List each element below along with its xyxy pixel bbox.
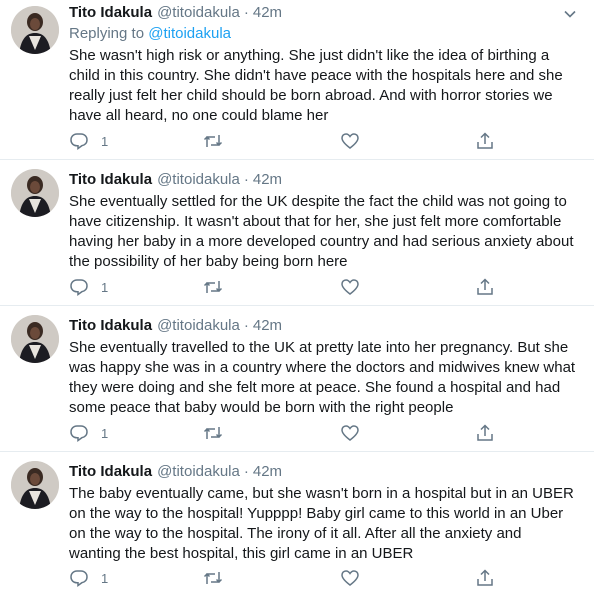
share-button[interactable] [475,423,495,443]
replying-to: Replying to @titoidakula [69,24,580,44]
display-name[interactable]: Tito Idakula [69,170,152,190]
like-icon [340,423,360,443]
timestamp[interactable]: 42m [253,462,282,482]
like-icon [340,568,360,588]
tweet-header: Tito Idakula @titoidakula · 42m [69,3,580,23]
tweet-actions: 1 [69,423,529,443]
tweet-text: She wasn't high risk or anything. She ju… [69,47,563,124]
like-button[interactable] [340,568,360,588]
share-button[interactable] [475,277,495,297]
avatar[interactable] [11,169,59,217]
retweet-icon [202,131,224,151]
tweet-actions: 1 [69,131,529,151]
retweet-button[interactable] [202,568,224,588]
reply-icon [69,277,89,297]
user-handle[interactable]: @titoidakula [157,462,240,482]
like-icon [340,277,360,297]
like-button[interactable] [340,131,360,151]
share-button[interactable] [475,568,495,588]
reply-icon [69,131,89,151]
tweet-actions: 1 [69,568,529,588]
tweet-text: She eventually settled for the UK despit… [69,193,574,270]
avatar[interactable] [11,461,59,509]
like-button[interactable] [340,277,360,297]
reply-button[interactable]: 1 [69,423,108,443]
reply-icon [69,568,89,588]
avatar[interactable] [11,6,59,54]
display-name[interactable]: Tito Idakula [69,462,152,482]
tweet[interactable]: Tito Idakula @titoidakula · 42m The baby… [0,452,594,596]
tweet[interactable]: Tito Idakula @titoidakula · 42m Replying… [0,0,594,160]
timestamp[interactable]: 42m [253,316,282,336]
retweet-icon [202,277,224,297]
tweet-actions: 1 [69,277,529,297]
tweet[interactable]: Tito Idakula @titoidakula · 42m She even… [0,160,594,306]
reply-count: 1 [101,133,109,149]
reply-button[interactable]: 1 [69,131,108,151]
share-icon [475,131,495,151]
caret-down-icon[interactable] [560,4,580,24]
tweet-header: Tito Idakula @titoidakula · 42m [69,170,580,190]
share-button[interactable] [475,131,495,151]
retweet-button[interactable] [202,423,224,443]
tweet-header: Tito Idakula @titoidakula · 42m [69,462,580,482]
timestamp[interactable]: 42m [253,3,282,23]
tweet-header: Tito Idakula @titoidakula · 42m [69,316,580,336]
user-handle[interactable]: @titoidakula [157,316,240,336]
display-name[interactable]: Tito Idakula [69,316,152,336]
like-button[interactable] [340,423,360,443]
share-icon [475,423,495,443]
reply-count: 1 [101,425,109,441]
display-name[interactable]: Tito Idakula [69,3,152,23]
reply-icon [69,423,89,443]
reply-button[interactable]: 1 [69,277,108,297]
retweet-button[interactable] [202,277,224,297]
reply-count: 1 [101,570,109,586]
separator: · [243,463,249,480]
reply-button[interactable]: 1 [69,568,108,588]
separator: · [243,317,249,334]
user-handle[interactable]: @titoidakula [157,3,240,23]
retweet-icon [202,423,224,443]
replying-prefix: Replying to [69,25,145,42]
tweet[interactable]: Tito Idakula @titoidakula · 42m She even… [0,306,594,452]
avatar[interactable] [11,315,59,363]
retweet-button[interactable] [202,131,224,151]
retweet-icon [202,568,224,588]
share-icon [475,277,495,297]
share-icon [475,568,495,588]
separator: · [243,4,249,21]
tweet-thread: Tito Idakula @titoidakula · 42m Replying… [0,0,594,596]
separator: · [243,171,249,188]
mention-link[interactable]: @titoidakula [148,25,231,42]
tweet-text: She eventually travelled to the UK at pr… [69,339,576,416]
tweet-text: The baby eventually came, but she wasn't… [69,485,574,562]
user-handle[interactable]: @titoidakula [157,170,240,190]
like-icon [340,131,360,151]
timestamp[interactable]: 42m [253,170,282,190]
reply-count: 1 [101,279,109,295]
